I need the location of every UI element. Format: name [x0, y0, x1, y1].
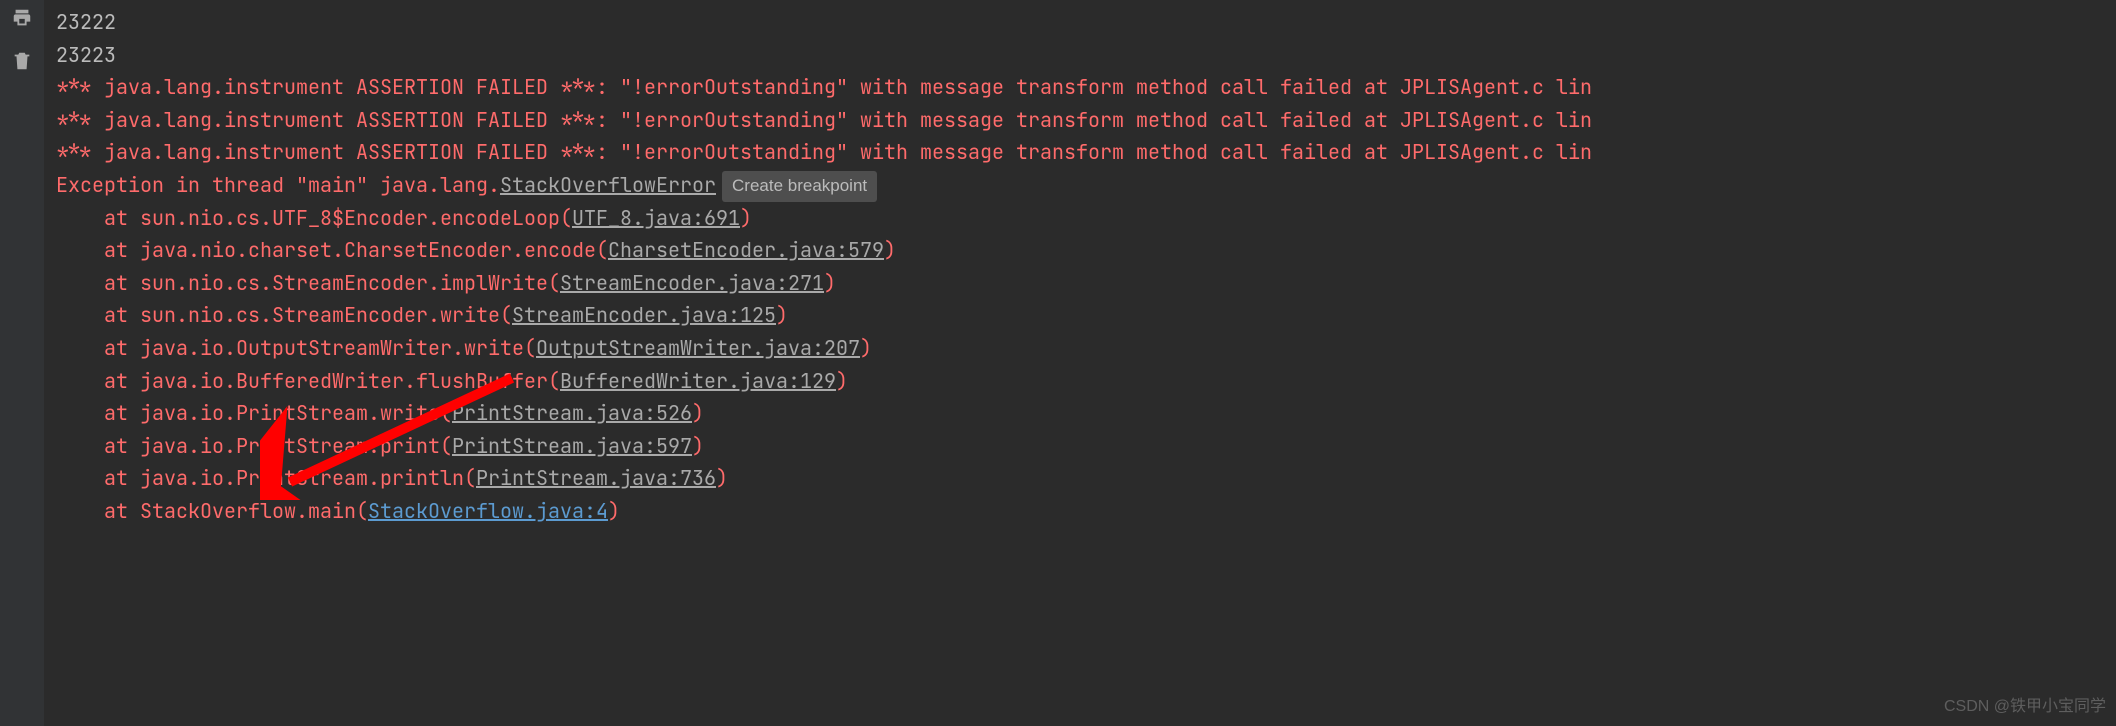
source-link[interactable]: PrintStream.java:526 [452, 400, 692, 426]
console-line: 23222 [56, 6, 2104, 39]
source-link[interactable]: PrintStream.java:597 [452, 433, 692, 459]
source-link[interactable]: UTF_8.java:691 [572, 205, 740, 231]
stack-frame-text: at java.io.OutputStreamWriter.write( [56, 335, 536, 361]
stack-frame-text: at sun.nio.cs.StreamEncoder.write( [56, 302, 512, 328]
console-line: at java.nio.charset.CharsetEncoder.encod… [56, 234, 2104, 267]
stack-frame-text: ) [608, 498, 620, 524]
source-link[interactable]: BufferedWriter.java:129 [560, 368, 836, 394]
console-line: *** java.lang.instrument ASSERTION FAILE… [56, 71, 2104, 104]
stack-frame-text: at java.nio.charset.CharsetEncoder.encod… [56, 237, 608, 263]
stderr-text: *** java.lang.instrument ASSERTION FAILE… [56, 107, 1592, 133]
stack-frame-text: at sun.nio.cs.StreamEncoder.implWrite( [56, 270, 560, 296]
stack-frame-text: ) [692, 400, 704, 426]
console-gutter [0, 0, 44, 726]
stack-frame-text: ) [776, 302, 788, 328]
console-line: at java.io.PrintStream.println(PrintStre… [56, 462, 2104, 495]
stderr-text: *** java.lang.instrument ASSERTION FAILE… [56, 74, 1592, 100]
stdout-text: 23222 [56, 9, 116, 35]
print-icon[interactable] [11, 6, 33, 39]
source-link[interactable]: OutputStreamWriter.java:207 [536, 335, 860, 361]
exception-link[interactable]: StackOverflowError [500, 172, 716, 198]
console-line: *** java.lang.instrument ASSERTION FAILE… [56, 136, 2104, 169]
stderr-text: Exception in thread "main" java.lang. [56, 172, 500, 198]
console-line: 23223 [56, 39, 2104, 72]
console-line: at java.io.PrintStream.print(PrintStream… [56, 430, 2104, 463]
console-line: at java.io.PrintStream.write(PrintStream… [56, 397, 2104, 430]
console-line: at sun.nio.cs.StreamEncoder.implWrite(St… [56, 267, 2104, 300]
console-line: at StackOverflow.main(StackOverflow.java… [56, 495, 2104, 528]
console-output[interactable]: 23222 23223 *** java.lang.instrument ASSER… [44, 0, 2116, 726]
console-line: Exception in thread "main" java.lang.Sta… [56, 169, 2104, 202]
stack-frame-text: ) [692, 433, 704, 459]
stdout-text: 23223 [56, 42, 116, 68]
console-line: at java.io.BufferedWriter.flushBuffer(Bu… [56, 365, 2104, 398]
console-line: at sun.nio.cs.StreamEncoder.write(Stream… [56, 299, 2104, 332]
stack-frame-text: at java.io.BufferedWriter.flushBuffer( [56, 368, 560, 394]
stack-frame-text: ) [716, 465, 728, 491]
create-breakpoint-hint[interactable]: Create breakpoint [722, 171, 877, 202]
source-link[interactable]: CharsetEncoder.java:579 [608, 237, 884, 263]
stack-frame-text: at java.io.PrintStream.write( [56, 400, 452, 426]
source-link[interactable]: StreamEncoder.java:271 [560, 270, 824, 296]
watermark: CSDN @铁甲小宝同学 [1944, 694, 2106, 720]
source-link[interactable]: StreamEncoder.java:125 [512, 302, 776, 328]
stack-frame-text: ) [860, 335, 872, 361]
stack-frame-text: ) [836, 368, 848, 394]
stack-frame-text: ) [740, 205, 752, 231]
stack-frame-text: ) [884, 237, 896, 263]
source-link[interactable]: StackOverflow.java:4 [368, 498, 608, 524]
console-line: at sun.nio.cs.UTF_8$Encoder.encodeLoop(U… [56, 202, 2104, 235]
stack-frame-text: ) [824, 270, 836, 296]
stack-frame-text: at java.io.PrintStream.print( [56, 433, 452, 459]
stderr-text: *** java.lang.instrument ASSERTION FAILE… [56, 139, 1592, 165]
console-line: at java.io.OutputStreamWriter.write(Outp… [56, 332, 2104, 365]
source-link[interactable]: PrintStream.java:736 [476, 465, 716, 491]
stack-frame-text: at sun.nio.cs.UTF_8$Encoder.encodeLoop( [56, 205, 572, 231]
console-line: *** java.lang.instrument ASSERTION FAILE… [56, 104, 2104, 137]
stack-frame-text: at java.io.PrintStream.println( [56, 465, 476, 491]
trash-icon[interactable] [11, 49, 33, 82]
stack-frame-text: at StackOverflow.main( [56, 498, 368, 524]
